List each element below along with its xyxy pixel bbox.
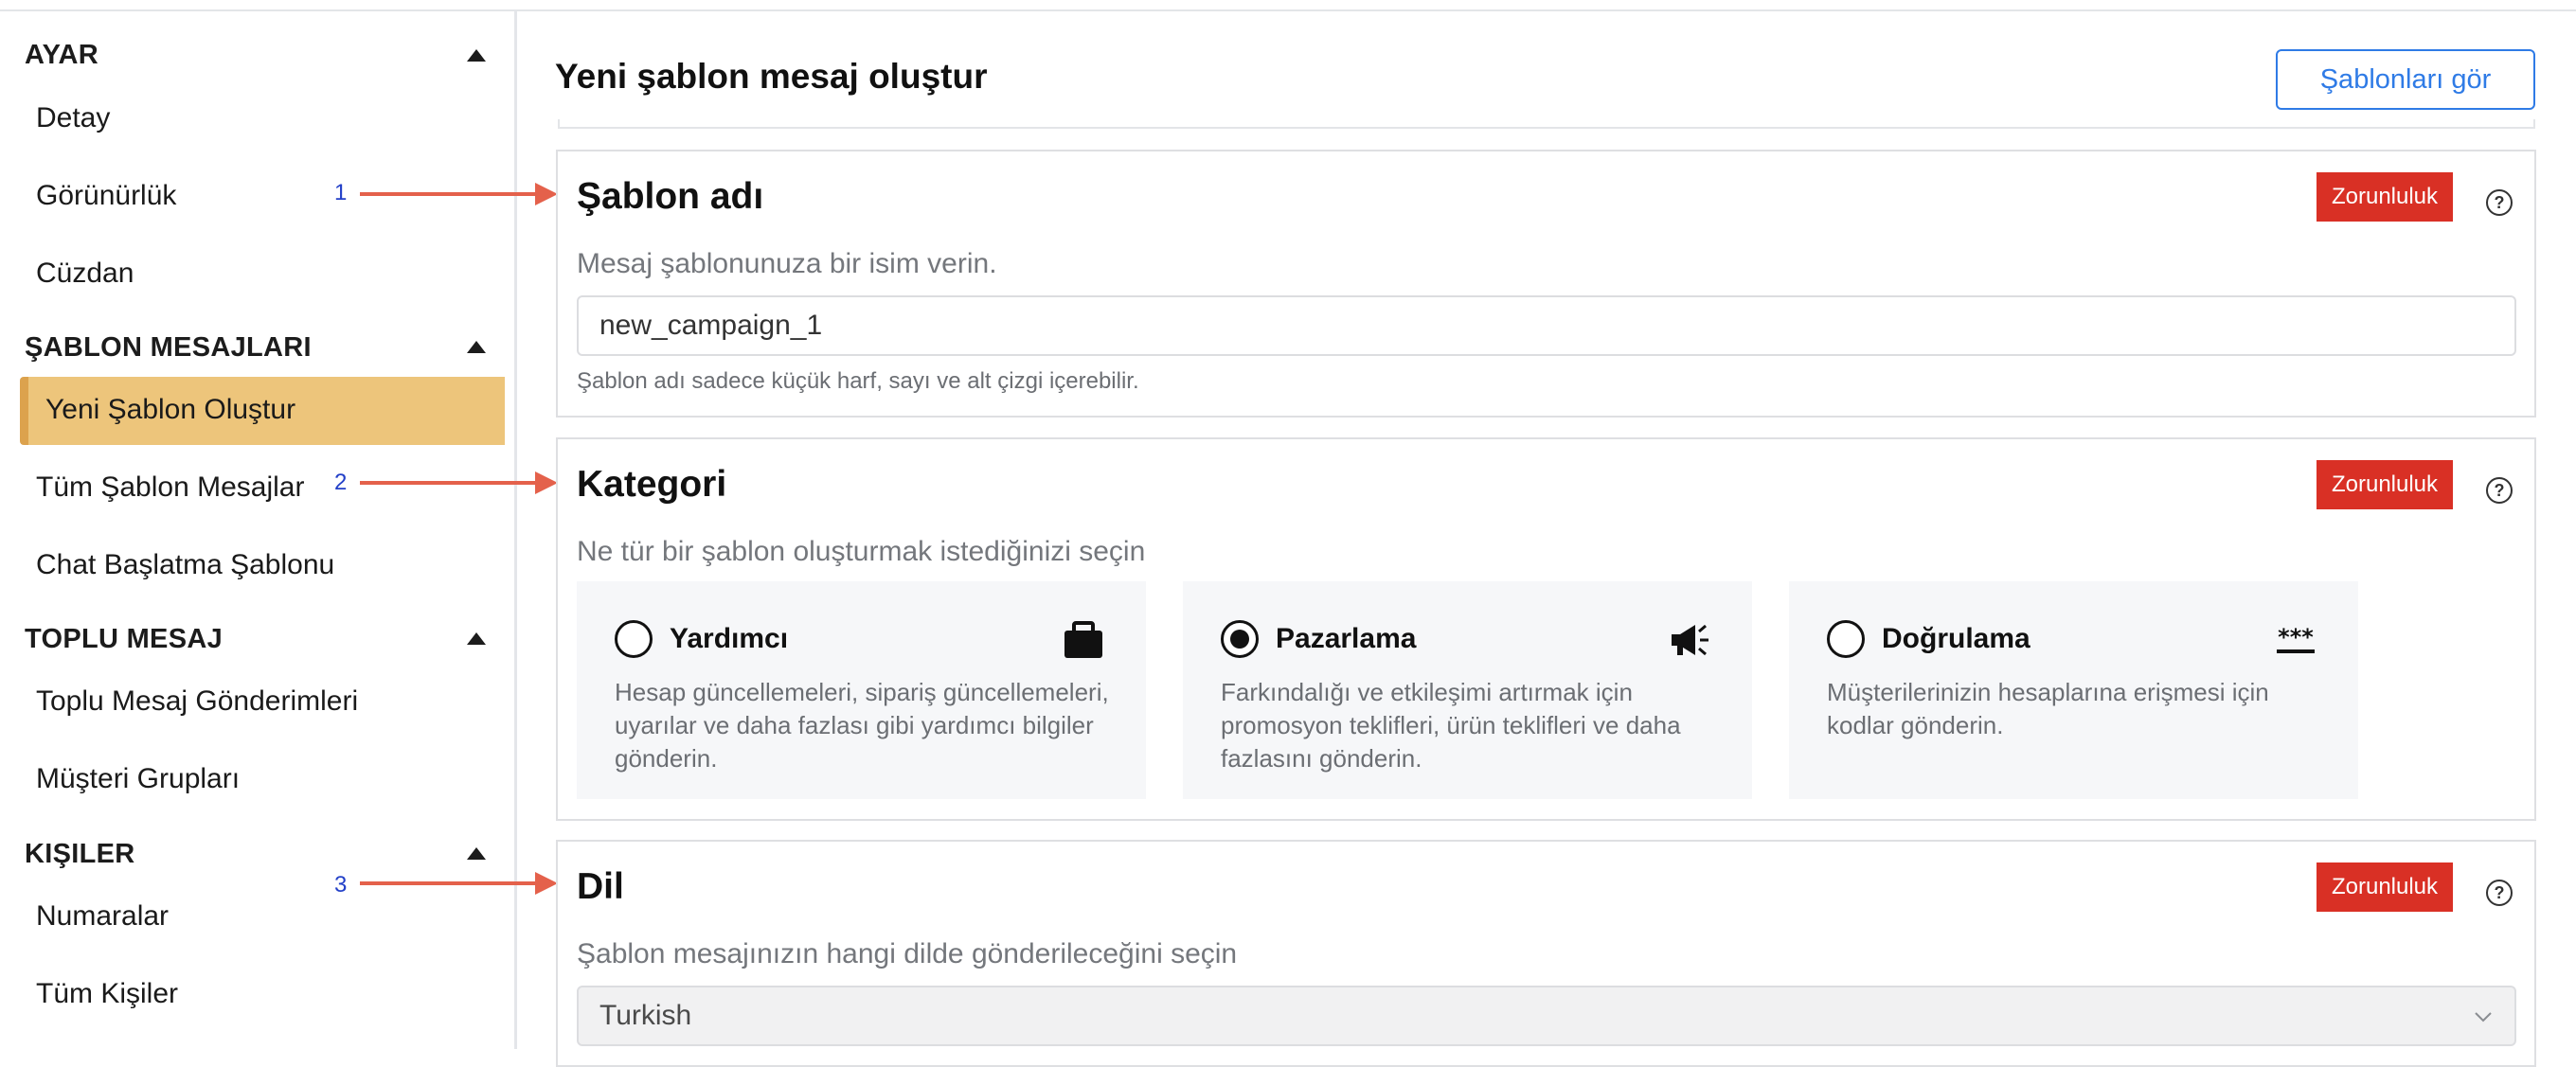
template-name-card: Şablon adı Zorunluluk ? Mesaj şablonunuz… <box>556 150 2536 418</box>
required-badge: Zorunluluk <box>2317 172 2453 222</box>
annotation-number-1: 1 <box>334 180 348 205</box>
language-select[interactable]: Turkish <box>577 986 2516 1046</box>
annotation-number-2: 2 <box>334 470 348 495</box>
section-sablon-mesajlari-title: ŞABLON MESAJLARI <box>25 332 312 363</box>
sidebar-item-numaralar[interactable]: Numaralar <box>36 900 169 933</box>
template-name-hint: Şablon adı sadece küçük harf, sayı ve al… <box>577 368 1139 394</box>
language-select-value: Turkish <box>599 1000 692 1031</box>
annotation-arrowhead-1 <box>535 183 558 205</box>
option-description: Farkındalığı ve etkileşimi artırmak için… <box>1221 678 1681 773</box>
megaphone-icon <box>1672 624 1708 656</box>
sidebar-item-tum-kisiler[interactable]: Tüm Kişiler <box>36 978 178 1010</box>
section-kisiler-title: KIŞILER <box>25 839 135 869</box>
sidebar-divider <box>514 11 517 1049</box>
template-name-input[interactable]: new_campaign_1 <box>577 295 2516 356</box>
sidebar-item-chat-baslatma-sablonu[interactable]: Chat Başlatma Şablonu <box>36 549 334 581</box>
language-description: Şablon mesajınızın hangi dilde gönderile… <box>577 938 1238 969</box>
category-option-pazarlama[interactable]: Pazarlama Farkındalığı ve etkileşimi art… <box>1183 581 1752 799</box>
header-divider <box>558 119 2535 129</box>
view-templates-button[interactable]: Şablonları gör <box>2276 49 2535 110</box>
sidebar-item-cuzdan[interactable]: Cüzdan <box>36 258 134 290</box>
radio-button-selected[interactable] <box>1221 620 1259 658</box>
help-icon[interactable]: ? <box>2486 189 2513 216</box>
section-toplu-mesaj-title: TOPLU MESAJ <box>25 624 224 654</box>
category-title: Kategori <box>577 464 727 505</box>
option-title: Doğrulama <box>1882 623 2030 654</box>
required-badge: Zorunluluk <box>2317 862 2453 912</box>
category-option-dogrulama[interactable]: Doğrulama *** Müşterilerinizin hesapları… <box>1789 581 2358 799</box>
sidebar-item-label: Yeni Şablon Oluştur <box>45 394 296 425</box>
section-kisiler-collapse-icon[interactable] <box>467 847 486 860</box>
help-icon[interactable]: ? <box>2486 880 2513 906</box>
sidebar-item-yeni-sablon-olustur[interactable]: Yeni Şablon Oluştur <box>20 377 505 445</box>
template-name-description: Mesaj şablonunuza bir isim verin. <box>577 248 997 279</box>
help-icon[interactable]: ? <box>2486 477 2513 504</box>
annotation-arrowhead-2 <box>535 471 558 494</box>
sidebar-item-toplu-mesaj-gonderimleri[interactable]: Toplu Mesaj Gönderimleri <box>36 685 358 718</box>
section-ayar-collapse-icon[interactable] <box>467 49 486 62</box>
sidebar-item-musteri-gruplari[interactable]: Müşteri Grupları <box>36 763 240 795</box>
category-option-yardimci[interactable]: Yardımcı Hesap güncellemeleri, sipariş g… <box>577 581 1146 799</box>
radio-button[interactable] <box>1827 620 1865 658</box>
radio-button[interactable] <box>615 620 653 658</box>
svg-text:***: *** <box>2278 624 2314 650</box>
language-card: Dil Zorunluluk ? Şablon mesajınızın hang… <box>556 840 2536 1067</box>
category-card: Kategori Zorunluluk ? Ne tür bir şablon … <box>556 437 2536 821</box>
annotation-number-3: 3 <box>334 872 348 898</box>
option-title: Pazarlama <box>1276 623 1417 654</box>
category-description: Ne tür bir şablon oluşturmak istediğiniz… <box>577 536 1146 567</box>
section-sablon-collapse-icon[interactable] <box>467 341 486 353</box>
annotation-arrowhead-3 <box>535 872 558 895</box>
section-toplu-mesaj-collapse-icon[interactable] <box>467 632 486 645</box>
briefcase-icon <box>1064 621 1102 658</box>
option-description: Müşterilerinizin hesaplarına erişmesi iç… <box>1827 678 2269 739</box>
section-ayar-title: AYAR <box>25 40 99 70</box>
option-title: Yardımcı <box>670 623 789 654</box>
template-name-title: Şablon adı <box>577 176 764 217</box>
sidebar-item-detay[interactable]: Detay <box>36 102 110 134</box>
option-description: Hesap güncellemeleri, sipariş güncelleme… <box>615 678 1109 773</box>
annotation-arrow-1 <box>360 192 540 196</box>
page-title: Yeni şablon mesaj oluştur <box>555 57 988 96</box>
required-badge: Zorunluluk <box>2317 460 2453 509</box>
top-border <box>0 0 2576 11</box>
language-title: Dil <box>577 866 624 907</box>
annotation-arrow-3 <box>360 881 540 885</box>
password-icon: *** <box>2277 624 2315 653</box>
sidebar <box>0 11 515 1049</box>
chevron-down-icon <box>2475 1012 2492 1023</box>
sidebar-item-tum-sablon-mesajlar[interactable]: Tüm Şablon Mesajlar <box>36 471 304 504</box>
sidebar-item-gorunurluk[interactable]: Görünürlük <box>36 180 176 212</box>
annotation-arrow-2 <box>360 481 540 485</box>
